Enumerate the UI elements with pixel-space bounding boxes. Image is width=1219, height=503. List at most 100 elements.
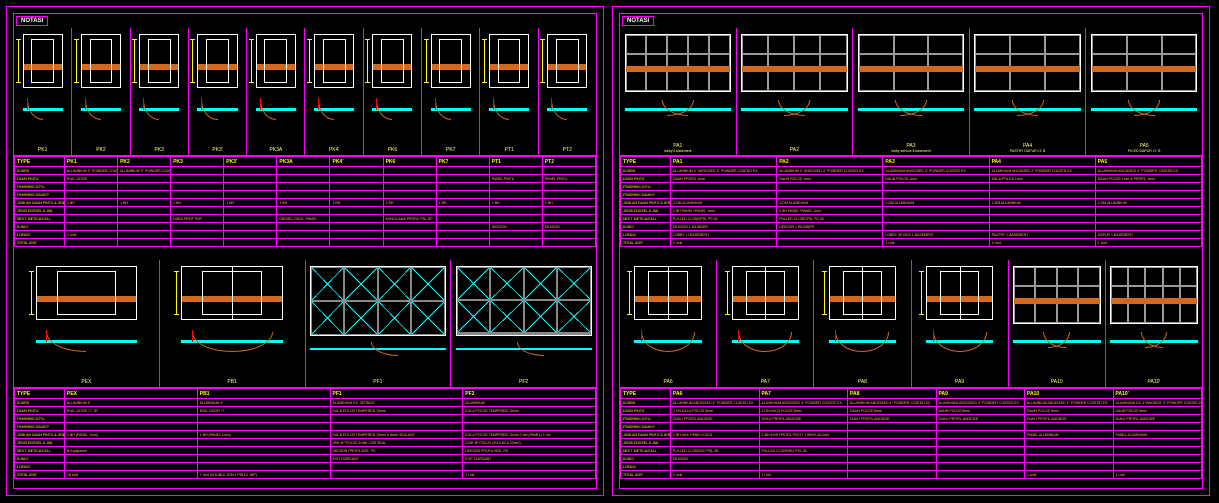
cell — [542, 191, 595, 199]
table-row: FINISHING D.P.UDUKU PROFIL ANODIZEDUKU P… — [621, 415, 1202, 423]
cell: 1 Unit — [1025, 471, 1114, 479]
cell: 18 Unit — [65, 471, 198, 479]
door-elevation — [256, 34, 296, 88]
cell: 1 Unit — [65, 231, 118, 239]
cell: PULLED CLOSE/PSL PS 26 — [777, 215, 883, 223]
cell: ALUMINIUM ANODIZED 4" POWDER COATED EX. — [989, 167, 1095, 175]
door-cell-PF1: PF1 — [306, 260, 452, 387]
cell: PA10' — [1113, 389, 1202, 399]
cell — [759, 463, 848, 471]
cell: DUKU PROFIL ANODIZE — [848, 415, 937, 423]
cell — [65, 463, 198, 471]
row-header: JUMLAH DAUN PINTU & JENISNYA — [15, 431, 65, 439]
cell: PA5 — [1095, 157, 1201, 167]
cell: ALUMINIUM EX. JETINDO — [330, 399, 463, 407]
cell: 2-DM ALUMINIUM — [671, 199, 777, 207]
cell — [542, 215, 595, 223]
door-cell-PB1: PB1 — [160, 260, 306, 387]
cell: 1 Unit — [671, 471, 760, 479]
cell — [542, 167, 595, 175]
cell: PA10 — [1025, 389, 1114, 399]
cell — [489, 239, 542, 247]
cell: 2 DN KACA POLOS 8mm — [671, 407, 760, 415]
cell: - — [330, 415, 463, 423]
door-label: PK3A — [247, 147, 304, 153]
cell — [330, 423, 463, 431]
spec-table: TYPEPEXPB1PF1PF2KUSENALUMINIUM 4"ALUMINI… — [14, 388, 596, 479]
table-row: KUNCIDEKSON 1 SILINDERDEKSON 1 SILINDER — [621, 223, 1202, 231]
storefront-plan — [1110, 332, 1198, 356]
cell — [277, 167, 330, 175]
cell — [777, 239, 883, 247]
row-header: TYPE — [15, 389, 65, 399]
cell: PK2 — [118, 157, 171, 167]
cell — [989, 223, 1095, 231]
cell — [848, 423, 937, 431]
cell — [171, 207, 224, 215]
table-row: JENIS ENGSEL & JML>BH 4P POLOS 8 MM /.20… — [15, 439, 596, 447]
door-cell-PA7: PA7 — [717, 260, 814, 387]
cell: EXIT DORGANT — [463, 455, 596, 463]
cell: PA7 — [759, 389, 848, 399]
cell: - — [542, 183, 595, 191]
cell — [383, 207, 436, 215]
door-elevation — [23, 34, 63, 88]
cell — [1095, 223, 1201, 231]
cell — [848, 471, 937, 479]
cell — [436, 231, 489, 239]
door-cell-PA5: PA5PICED DAPUR LT. B — [1086, 28, 1202, 155]
cell: - — [671, 183, 777, 191]
cell — [65, 215, 118, 223]
door-cell-PK6: PK6 — [364, 28, 422, 155]
cell — [436, 223, 489, 231]
cell — [436, 207, 489, 215]
table-row: TOTAL UNIT — [15, 239, 596, 247]
row-header: KUNCI — [15, 455, 65, 463]
cell — [171, 175, 224, 183]
door-cell-PK4': PK4' — [305, 28, 363, 155]
door-elevation — [732, 266, 799, 320]
cell — [671, 191, 777, 199]
cell: 1 BH — [542, 199, 595, 207]
row-header: KUSEN — [621, 167, 671, 175]
table-row: KUNCIDEKSON — [621, 455, 1202, 463]
door-label: PA8 — [814, 379, 910, 385]
cell — [277, 191, 330, 199]
door-cell-PK7: PK7 — [422, 28, 480, 155]
storefront-plan — [741, 100, 847, 124]
cell: ALUMINIUM ANODIZED 4" POWDER COATED EX. — [1095, 167, 1201, 175]
table-row: NEXT. METICA/CELLPULLED CLOSE/PSL PS 26P… — [621, 215, 1202, 223]
door-cell-PA10: PA10 — [1009, 260, 1106, 387]
cell: PULLED CLOSE/NO PSL 26 — [671, 447, 760, 455]
cell: ALUMINIUM ANODIZED 4" POWDER COATED EX. — [883, 167, 989, 175]
cell: 1 BH (PANEL 1mm) — [197, 431, 330, 439]
cell: - — [118, 183, 171, 191]
door-plan — [926, 330, 993, 358]
cell: LOBBY LT.BASEMENT — [671, 231, 777, 239]
cell — [383, 239, 436, 247]
cell — [383, 175, 436, 183]
cell — [989, 207, 1095, 215]
door-elevation — [139, 34, 179, 88]
cell — [118, 175, 171, 183]
cell — [118, 207, 171, 215]
cell — [171, 191, 224, 199]
cell: - — [65, 183, 118, 191]
spec-table: TYPEPA1PA2PA3PA4PA5KUSENALUMINIUM 4" ANO… — [620, 156, 1202, 247]
cell: DAUN POLOS 8mm — [848, 407, 937, 415]
cell: PK3' — [224, 157, 277, 167]
cell — [489, 167, 542, 175]
cell: ENG. DOOR / T. JR — [65, 407, 198, 415]
door-label: PA6 — [620, 379, 716, 385]
cell: 2 BH PANEL+PANEL 1mm — [777, 207, 883, 215]
cell — [277, 207, 330, 215]
cell — [171, 231, 224, 239]
door-plan — [256, 98, 296, 126]
door-label: PF1 — [306, 379, 451, 385]
cell — [848, 455, 937, 463]
row-header: FINISHING DAUN P — [621, 423, 671, 431]
row-header: LOKASI — [15, 231, 65, 239]
cell — [383, 191, 436, 199]
door-label: PA10 — [1009, 379, 1105, 385]
cell — [1025, 447, 1114, 455]
